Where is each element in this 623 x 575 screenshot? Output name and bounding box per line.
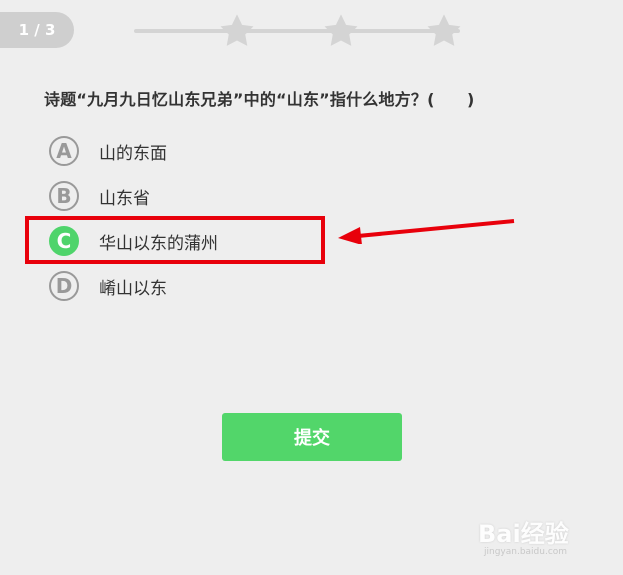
option-b-label[interactable]: 山东省 bbox=[99, 184, 150, 209]
progress-track bbox=[134, 29, 460, 33]
option-a-label[interactable]: 山的东面 bbox=[99, 139, 167, 164]
option-d-label[interactable]: 崤山以东 bbox=[99, 274, 167, 299]
baidu-jingyan-watermark: Bai经验 jingyan.baidu.com bbox=[478, 514, 569, 557]
option-a-letter[interactable]: A bbox=[49, 136, 79, 166]
option-b-letter[interactable]: B bbox=[49, 181, 79, 211]
star-icon bbox=[218, 12, 256, 50]
question-text: 诗题“九月九日忆山东兄弟”中的“山东”指什么地方？( ) bbox=[44, 90, 475, 109]
option-d-letter[interactable]: D bbox=[49, 271, 79, 301]
star-icon bbox=[322, 12, 360, 50]
question-counter: 1 / 3 bbox=[0, 12, 74, 48]
option-a[interactable]: A 山的东面 bbox=[49, 134, 167, 168]
annotation-arrow-icon bbox=[338, 219, 515, 244]
submit-button[interactable]: 提交 bbox=[222, 413, 402, 461]
star-icon bbox=[425, 12, 463, 50]
watermark-logo-text: Bai经验 bbox=[478, 520, 569, 548]
option-b[interactable]: B 山东省 bbox=[49, 179, 150, 213]
question-counter-text: 1 / 3 bbox=[18, 21, 56, 39]
option-d[interactable]: D 崤山以东 bbox=[49, 269, 167, 303]
watermark-url: jingyan.baidu.com bbox=[484, 547, 568, 557]
annotation-highlight-box bbox=[25, 216, 325, 264]
